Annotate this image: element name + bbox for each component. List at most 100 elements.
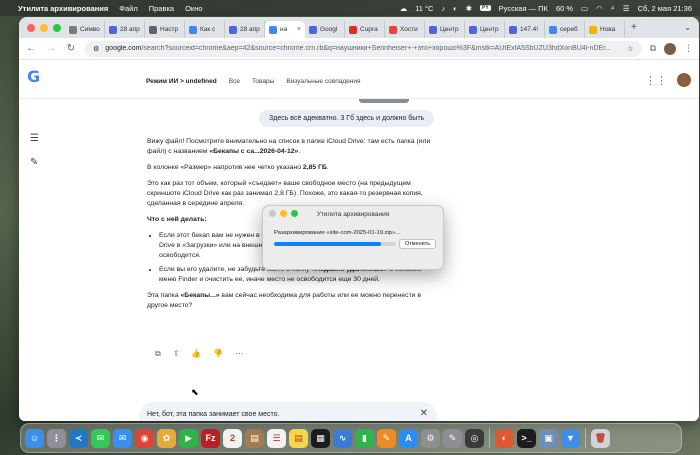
history-list-icon[interactable]: ☰ <box>30 134 40 144</box>
dialog-zoom-button[interactable] <box>291 210 298 217</box>
trash-icon[interactable]: 🗑 <box>591 428 610 448</box>
browser-tab[interactable]: Как с <box>185 21 225 38</box>
browser-tab[interactable]: Центр <box>425 21 465 38</box>
google-logo[interactable]: G <box>27 67 40 86</box>
input-badge[interactable]: PY <box>479 5 491 11</box>
page-top-right: ⋮⋮ <box>645 73 691 87</box>
search-icon[interactable]: ⌕ <box>611 3 615 13</box>
photos-icon[interactable]: ✿ <box>157 428 176 448</box>
launchpad-icon[interactable]: ⋮ <box>47 428 66 448</box>
tab-visual-matches[interactable]: Визуальные совпадения <box>286 78 360 85</box>
freeform-icon[interactable]: ∿ <box>333 428 352 448</box>
camera-app-icon[interactable]: ◎ <box>465 428 484 448</box>
tab-label: Хости <box>400 26 418 33</box>
tab-shopping[interactable]: Товары <box>252 78 274 85</box>
browser-tab[interactable]: Симво <box>65 21 105 38</box>
finder-icon[interactable]: ☺ <box>25 428 44 448</box>
menu-file[interactable]: Файл <box>119 4 137 13</box>
menu-dots-icon[interactable]: ⋮ <box>684 43 693 54</box>
browser-tab[interactable]: Хости <box>385 21 425 38</box>
browser-tab[interactable]: Googl <box>305 21 345 38</box>
stop-button[interactable]: Отменить <box>399 239 437 249</box>
browser-tab[interactable]: Cupra <box>345 21 385 38</box>
mail-icon[interactable]: ✉ <box>113 428 132 448</box>
reminders-icon[interactable]: ☰ <box>267 428 286 448</box>
notes-brown-icon[interactable]: ▤ <box>245 428 264 448</box>
messages-icon[interactable]: ✉ <box>91 428 110 448</box>
profile-avatar[interactable] <box>664 42 676 55</box>
thumbs-down-icon[interactable]: 👎 <box>213 349 223 359</box>
reload-icon[interactable]: ↻ <box>65 43 77 54</box>
input-source[interactable]: Русская — ПК <box>499 4 548 13</box>
close-window-button[interactable] <box>27 24 35 32</box>
browser-tab[interactable]: сереб <box>545 21 585 38</box>
filezilla-icon[interactable]: Fz <box>201 428 220 448</box>
forward-arrow-icon[interactable]: → <box>45 43 57 54</box>
zoom-window-button[interactable] <box>53 24 61 32</box>
xcode-tool-icon[interactable]: ✎ <box>443 428 462 448</box>
google-apps-icon[interactable]: ⋮⋮ <box>645 74 667 87</box>
clear-input-icon[interactable]: ✕ <box>420 408 428 419</box>
chrome-icon[interactable]: ◉ <box>135 428 154 448</box>
back-arrow-icon[interactable]: ← <box>25 43 37 54</box>
message-composer[interactable]: Нет, бот, эта папка занимает свое место.… <box>139 402 437 421</box>
dialog-minimize-button[interactable] <box>280 210 287 217</box>
weather-icon[interactable]: ☁ <box>400 4 408 13</box>
bluetooth-icon[interactable]: ✱ <box>466 4 472 13</box>
pages-icon[interactable]: ✎ <box>377 428 396 448</box>
wifi-icon[interactable]: ◠ <box>596 4 603 13</box>
control-center-icon[interactable]: ☰ <box>623 4 630 13</box>
thumbs-up-icon[interactable]: 👍 <box>191 349 201 359</box>
calendar-icon[interactable]: 2 <box>223 428 242 448</box>
new-chat-icon[interactable]: ✎ <box>30 158 40 168</box>
tab-ai-mode[interactable]: Режим ИИ > undefined <box>146 78 217 85</box>
stocks-icon[interactable]: ▦ <box>311 428 330 448</box>
facetime-icon[interactable]: ▶ <box>179 428 198 448</box>
browser-tab[interactable]: на × <box>265 21 305 38</box>
copy-icon[interactable]: ⧉ <box>155 349 161 359</box>
tab-label: 28 апр <box>120 26 140 33</box>
battery-icon[interactable]: ▭ <box>581 4 588 13</box>
extensions-icon[interactable]: ⧉ <box>650 43 656 54</box>
site-info-icon[interactable]: ⚙ <box>93 45 99 53</box>
browser-tab[interactable]: 28 апр <box>105 21 145 38</box>
weather-temp[interactable]: 11 °C <box>415 4 433 13</box>
tab-search-icon[interactable]: ⌄ <box>684 23 691 32</box>
browser-tab[interactable]: Центр <box>465 21 505 38</box>
more-options-icon[interactable]: ⋯ <box>235 349 243 359</box>
tab-favicon-icon <box>229 25 237 34</box>
numbers-icon[interactable]: ▮ <box>355 428 374 448</box>
status-icon[interactable]: ◐ <box>453 4 458 13</box>
bookmark-star-icon[interactable]: ☆ <box>627 45 633 53</box>
dock: ☺ ⋮ ≺ ✉ ✉ ◉ ✿ ▶ Fz 2 ▤ ☰ ▤ ▦ ∿ ▮ ✎ A ⚙ ✎ ◎ ◐ >_ ▣ ▼ 🗑 <box>20 423 682 453</box>
terminal-icon[interactable]: >_ <box>517 428 536 448</box>
downloads-icon[interactable]: ▼ <box>561 428 580 448</box>
vscode-icon[interactable]: ≺ <box>69 428 88 448</box>
browser-tab[interactable]: 28 апр <box>225 21 265 38</box>
notes-icon[interactable]: ▤ <box>289 428 308 448</box>
duckduckgo-icon[interactable]: ◐ <box>495 428 514 448</box>
menu-window[interactable]: Окно <box>185 4 202 13</box>
app-store-icon[interactable]: A <box>399 428 418 448</box>
browser-tab[interactable]: Нова <box>585 21 625 38</box>
composer-input[interactable]: Нет, бот, эта папка занимает свое место. <box>147 411 279 418</box>
tab-close-icon[interactable]: × <box>297 26 301 33</box>
mouse-cursor-icon: ⬉ <box>191 387 199 397</box>
preview-icon[interactable]: ▣ <box>539 428 558 448</box>
account-avatar[interactable] <box>677 73 691 87</box>
address-bar[interactable]: ⚙ google.com/search?sourceid=chrome&aep=… <box>85 40 642 57</box>
battery-percent[interactable]: 60 % <box>556 4 573 13</box>
url-text[interactable]: google.com/search?sourceid=chrome&aep=42… <box>105 45 611 52</box>
browser-tab[interactable]: Настр <box>145 21 185 38</box>
browser-tab[interactable]: 147.4! <box>505 21 545 38</box>
dialog-close-button[interactable] <box>269 210 276 217</box>
share-icon[interactable]: ⇪ <box>173 349 180 359</box>
clock[interactable]: Сб, 2 мая 21:36 <box>638 4 692 13</box>
minimize-window-button[interactable] <box>40 24 48 32</box>
menu-edit[interactable]: Правка <box>149 4 174 13</box>
menu-app-name[interactable]: Утилита архивирования <box>18 4 108 13</box>
tab-all[interactable]: Все <box>229 78 240 85</box>
system-settings-icon[interactable]: ⚙ <box>421 428 440 448</box>
new-tab-button[interactable]: + <box>625 22 643 33</box>
music-icon[interactable]: ♪ <box>441 4 445 13</box>
